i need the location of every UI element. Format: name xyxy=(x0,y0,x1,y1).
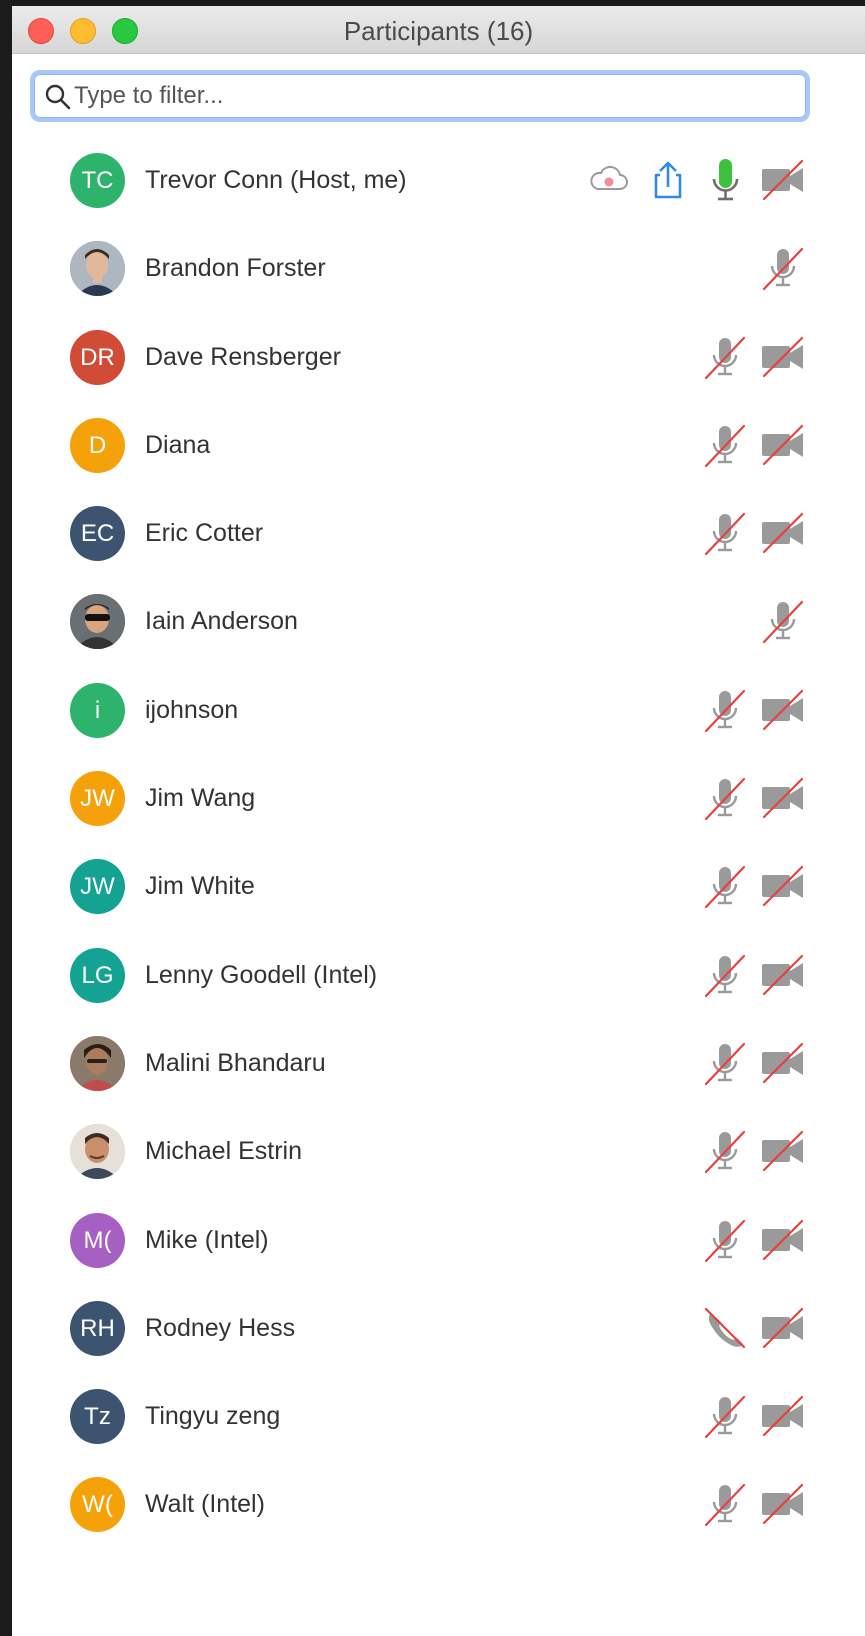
participant-row[interactable]: TC Trevor Conn (Host, me) xyxy=(12,136,865,224)
microphone-on-icon[interactable] xyxy=(702,157,748,203)
video-off-icon[interactable] xyxy=(760,157,806,203)
avatar: RH xyxy=(70,1300,125,1356)
participant-name: Iain Anderson xyxy=(145,607,298,636)
phone-muted-icon[interactable] xyxy=(702,1305,748,1351)
search-icon xyxy=(44,83,72,111)
participant-row[interactable]: LG Lenny Goodell (Intel) xyxy=(12,931,865,1019)
video-off-icon[interactable] xyxy=(760,687,806,733)
video-off-icon[interactable] xyxy=(760,1217,806,1263)
participant-row[interactable]: D Diana xyxy=(12,401,865,489)
participant-name: Malini Bhandaru xyxy=(145,1048,326,1077)
video-off-icon[interactable] xyxy=(760,863,806,909)
avatar xyxy=(70,241,125,297)
microphone-muted-icon[interactable] xyxy=(702,863,748,909)
microphone-muted-icon[interactable] xyxy=(702,510,748,556)
participant-list: TC Trevor Conn (Host, me) Brandon Forster D… xyxy=(12,136,865,1549)
microphone-muted-icon[interactable] xyxy=(702,334,748,380)
participant-row[interactable]: i ijohnson xyxy=(12,666,865,754)
microphone-muted-icon[interactable] xyxy=(702,1217,748,1263)
participant-row[interactable]: M( Mike (Intel) xyxy=(12,1196,865,1284)
microphone-muted-icon[interactable] xyxy=(702,775,748,821)
video-off-icon[interactable] xyxy=(760,1481,806,1527)
microphone-muted-icon[interactable] xyxy=(702,1040,748,1086)
avatar: LG xyxy=(70,947,125,1003)
microphone-muted-icon[interactable] xyxy=(702,1393,748,1439)
avatar: EC xyxy=(70,506,125,562)
avatar: D xyxy=(70,417,125,473)
avatar: W( xyxy=(70,1477,125,1533)
participant-name: Mike (Intel) xyxy=(145,1225,269,1254)
participant-name: Eric Cotter xyxy=(145,519,264,548)
avatar xyxy=(70,1124,125,1180)
avatar xyxy=(70,1035,125,1091)
video-off-icon[interactable] xyxy=(760,1393,806,1439)
microphone-muted-icon[interactable] xyxy=(702,422,748,468)
participant-name: Lenny Goodell (Intel) xyxy=(145,960,378,989)
participant-row[interactable]: Iain Anderson xyxy=(12,577,865,665)
microphone-muted-icon[interactable] xyxy=(702,1128,748,1174)
share-screen-icon[interactable] xyxy=(644,157,690,203)
video-off-icon[interactable] xyxy=(760,334,806,380)
video-off-icon[interactable] xyxy=(760,1305,806,1351)
participant-name: Walt (Intel) xyxy=(145,1490,265,1519)
microphone-muted-icon[interactable] xyxy=(760,245,806,291)
avatar: Tz xyxy=(70,1389,125,1445)
filter-input[interactable] xyxy=(74,78,794,114)
window-title: Participants (16) xyxy=(343,16,534,46)
video-off-icon[interactable] xyxy=(760,422,806,468)
video-off-icon[interactable] xyxy=(760,1040,806,1086)
participant-name: Jim White xyxy=(145,872,255,901)
cloud-record-icon xyxy=(586,157,632,203)
participant-row[interactable]: Malini Bhandaru xyxy=(12,1019,865,1107)
avatar: i xyxy=(70,682,125,738)
filter-box[interactable] xyxy=(30,70,810,122)
avatar: DR xyxy=(70,329,125,385)
video-off-icon[interactable] xyxy=(760,775,806,821)
participant-row[interactable]: W( Walt (Intel) xyxy=(12,1460,865,1548)
participant-name: Diana xyxy=(145,430,211,459)
participant-row[interactable]: EC Eric Cotter xyxy=(12,489,865,577)
participant-name: Rodney Hess xyxy=(145,1313,296,1342)
avatar: M( xyxy=(70,1212,125,1268)
avatar: JW xyxy=(70,859,125,915)
participant-name: Tingyu zeng xyxy=(145,1402,281,1431)
participant-row[interactable]: Brandon Forster xyxy=(12,224,865,312)
participants-window: Participants (16) TC Trevor Conn (Host, m… xyxy=(12,6,865,1636)
avatar: JW xyxy=(70,771,125,827)
participant-name: Dave Rensberger xyxy=(145,342,341,371)
participant-name: Michael Estrin xyxy=(145,1137,302,1166)
microphone-muted-icon[interactable] xyxy=(702,952,748,998)
participant-row[interactable]: RH Rodney Hess xyxy=(12,1284,865,1372)
microphone-muted-icon[interactable] xyxy=(702,1481,748,1527)
microphone-muted-icon[interactable] xyxy=(760,598,806,644)
video-off-icon[interactable] xyxy=(760,1128,806,1174)
participant-name: Brandon Forster xyxy=(145,254,326,283)
title-bar[interactable]: Participants (16) xyxy=(12,6,865,54)
video-off-icon[interactable] xyxy=(760,510,806,556)
avatar: TC xyxy=(70,153,125,208)
avatar xyxy=(70,594,125,650)
microphone-muted-icon[interactable] xyxy=(702,687,748,733)
participant-row[interactable]: Michael Estrin xyxy=(12,1107,865,1195)
participant-row[interactable]: JW Jim Wang xyxy=(12,754,865,842)
participant-row[interactable]: JW Jim White xyxy=(12,842,865,930)
participant-row[interactable]: Tz Tingyu zeng xyxy=(12,1372,865,1460)
participant-name: ijohnson xyxy=(145,695,239,724)
participant-name: Jim Wang xyxy=(145,784,256,813)
participant-row[interactable]: DR Dave Rensberger xyxy=(12,313,865,401)
video-off-icon[interactable] xyxy=(760,952,806,998)
participant-name: Trevor Conn (Host, me) xyxy=(145,166,407,194)
